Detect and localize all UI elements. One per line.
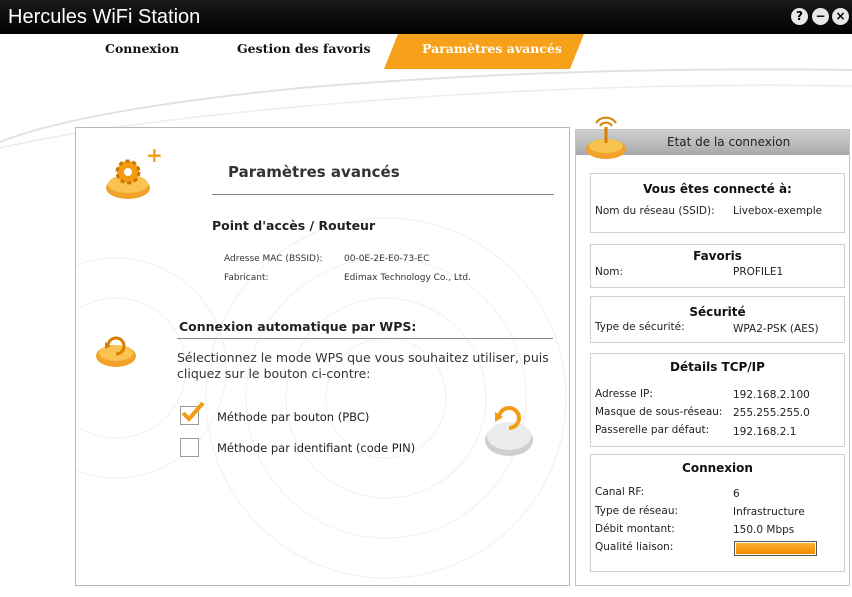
link-quality-bar: [734, 541, 817, 556]
ssid-value: Livebox-exemple: [733, 205, 823, 217]
page-title: Paramètres avancés: [228, 163, 400, 181]
wps-divider: [177, 338, 553, 339]
mac-label: Adresse MAC (BSSID):: [224, 254, 323, 264]
wps-icon: [96, 336, 136, 367]
favorites-box: Favoris Nom: PROFILE1: [590, 244, 845, 288]
mask-label: Masque de sous-réseau:: [595, 406, 723, 418]
pbc-checkbox[interactable]: [180, 401, 205, 425]
link-quality-fill: [736, 543, 815, 554]
network-type-label: Type de réseau:: [595, 505, 679, 517]
title-divider: [212, 194, 554, 195]
pin-checkbox[interactable]: [180, 438, 199, 457]
gateway-label: Passerelle par défaut:: [595, 424, 710, 436]
title-bar: Hercules WiFi Station ? − ×: [0, 0, 852, 34]
minimize-button[interactable]: −: [812, 8, 829, 25]
link-heading: Connexion: [682, 461, 753, 475]
security-box: Sécurité Type de sécurité: WPA2-PSK (AES…: [590, 296, 845, 343]
security-type-label: Type de sécurité:: [595, 321, 685, 333]
access-point-heading: Point d'accès / Routeur: [212, 218, 376, 233]
favorites-heading: Favoris: [693, 249, 742, 263]
connection-status-panel: Etat de la connexion Vous êtes connecté …: [575, 116, 850, 586]
tcpip-heading: Détails TCP/IP: [670, 360, 765, 374]
channel-value: 6: [733, 488, 740, 500]
tab-gestion-favoris[interactable]: Gestion des favoris: [237, 41, 371, 56]
favorite-name-value: PROFILE1: [733, 266, 784, 278]
status-panel-title: Etat de la connexion: [667, 135, 791, 149]
ssid-label: Nom du réseau (SSID):: [595, 205, 715, 217]
quality-label: Qualité liaison:: [595, 541, 674, 553]
security-type-value: WPA2-PSK (AES): [733, 323, 819, 335]
ip-label: Adresse IP:: [595, 388, 653, 400]
network-type-value: Infrastructure: [733, 506, 805, 518]
rate-label: Débit montant:: [595, 523, 675, 535]
pbc-label[interactable]: Méthode par bouton (PBC): [217, 410, 369, 424]
rate-value: 150.0 Mbps: [733, 524, 795, 536]
svg-text:+: +: [146, 143, 163, 167]
gear-plus-icon: +: [106, 143, 163, 199]
ip-value: 192.168.2.100: [733, 389, 810, 401]
pin-label[interactable]: Méthode par identifiant (code PIN): [217, 441, 415, 455]
mask-value: 255.255.255.0: [733, 407, 810, 419]
advanced-settings-panel: + Paramètres avancés Point d'accès / Rou…: [75, 127, 570, 586]
tab-connexion[interactable]: Connexion: [105, 41, 179, 56]
gateway-value: 192.168.2.1: [733, 426, 797, 438]
tab-parametres-avances[interactable]: Paramètres avancés: [422, 41, 562, 56]
security-heading: Sécurité: [689, 305, 746, 319]
wps-heading: Connexion automatique par WPS:: [179, 319, 417, 334]
wifi-antenna-icon: [586, 116, 626, 159]
wps-start-button[interactable]: [481, 396, 537, 460]
close-button[interactable]: ×: [832, 8, 849, 25]
wps-instruction: Sélectionnez le mode WPS que vous souhai…: [177, 350, 549, 381]
favorite-name-label: Nom:: [595, 266, 624, 278]
vendor-value: Edimax Technology Co., Ltd.: [344, 273, 471, 283]
link-box: Connexion Canal RF: 6 Type de réseau: In…: [590, 454, 845, 572]
vendor-label: Fabricant:: [224, 273, 269, 283]
help-button[interactable]: ?: [791, 8, 808, 25]
mac-value: 00-0E-2E-E0-73-EC: [344, 254, 430, 264]
connected-heading: Vous êtes connecté à:: [643, 182, 792, 196]
app-title: Hercules WiFi Station: [8, 6, 201, 28]
checkmark-icon: [181, 401, 205, 422]
tcpip-box: Détails TCP/IP Adresse IP: 192.168.2.100…: [590, 353, 845, 447]
channel-label: Canal RF:: [595, 486, 645, 498]
connected-box: Vous êtes connecté à: Nom du réseau (SSI…: [590, 173, 845, 233]
